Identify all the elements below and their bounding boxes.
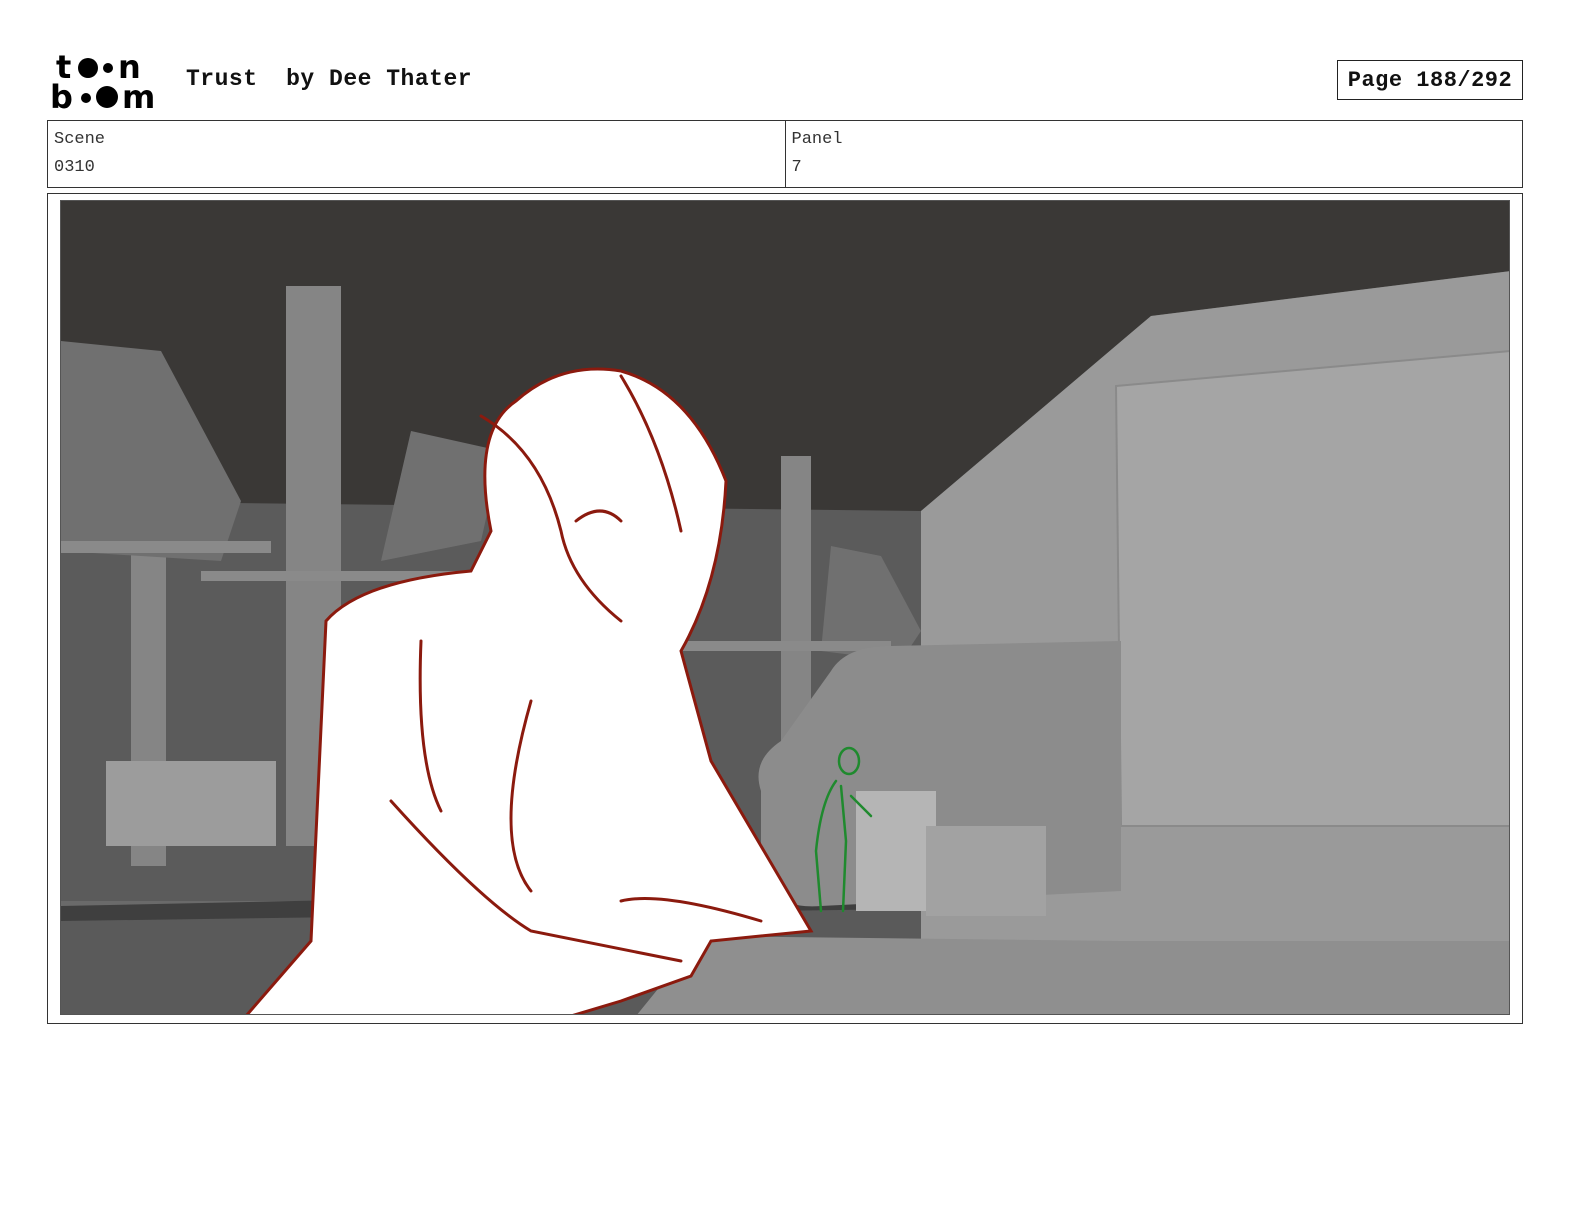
- svg-text:m: m: [122, 78, 155, 112]
- platform-block: [106, 761, 276, 846]
- scene-cell: Scene 0310: [48, 121, 785, 187]
- scene-value: 0310: [54, 158, 95, 177]
- svg-text:b: b: [50, 78, 73, 112]
- panel-value: 7: [791, 158, 802, 177]
- panel-label: Panel: [791, 130, 843, 149]
- crate: [926, 826, 1046, 916]
- scene-panel-info: Scene 0310 Panel 7: [47, 120, 1523, 188]
- walkway: [61, 541, 271, 553]
- panel-cell: Panel 7: [784, 121, 1523, 187]
- crate: [856, 791, 936, 911]
- toon-boom-logo: t n b m: [50, 48, 166, 116]
- document-title: Trust by Dee Thater: [186, 66, 473, 92]
- building-window: [1114, 350, 1509, 827]
- storyboard-panel-frame: [47, 193, 1523, 1024]
- counter: [637, 936, 1509, 1014]
- scene-label: Scene: [54, 130, 106, 149]
- page-number: Page 188/292: [1337, 60, 1523, 100]
- storyboard-panel-image: [60, 200, 1510, 1015]
